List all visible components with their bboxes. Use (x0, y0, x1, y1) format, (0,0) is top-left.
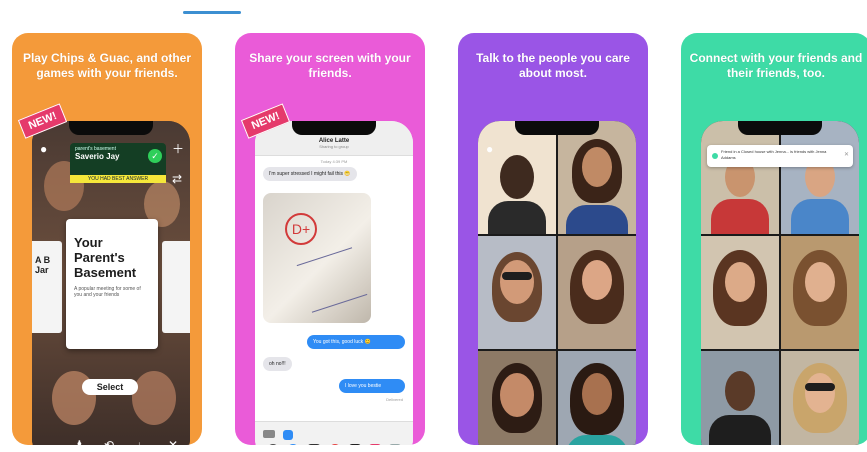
person-shirt (791, 199, 849, 234)
video-tile[interactable] (701, 236, 779, 349)
paper-writing (296, 247, 368, 313)
side-game-card[interactable]: A B Jar (32, 241, 62, 333)
banner-subtitle: YOU HAD BEST ANSWER (70, 175, 166, 183)
camera-flip-icon[interactable]: ⟲ (104, 439, 114, 445)
app-icon[interactable] (389, 444, 401, 445)
outgoing-message: I love you bestie (339, 379, 405, 393)
person-face (500, 260, 534, 304)
avatar-icon[interactable]: ● (486, 143, 493, 155)
app-icon[interactable] (287, 444, 299, 445)
notification-dot-icon (712, 153, 718, 159)
person-face (582, 260, 612, 300)
people-icon[interactable]: ♟ (74, 439, 85, 445)
page-indicator (183, 11, 241, 14)
person-face (582, 373, 612, 415)
game-card[interactable]: Your Parent's Basement A popular meeting… (66, 219, 158, 349)
chat-timestamp: Today 4:39 PM (320, 159, 348, 164)
side-game-card[interactable] (162, 241, 190, 333)
screenshot-card-screen-share[interactable]: Share your screen with your friends. NEW… (235, 33, 425, 445)
video-tile[interactable] (478, 351, 556, 445)
person-face (582, 147, 612, 187)
video-tile[interactable] (781, 121, 859, 234)
more-icon[interactable]: ••• (42, 441, 55, 445)
phone-mockup: ● ••• (478, 121, 636, 445)
phone-mockup: Friend in a Closed house with Jenna... i… (701, 121, 859, 445)
person-face (805, 262, 835, 302)
app-icon[interactable] (307, 444, 321, 445)
card-headline: Connect with your friends and their frie… (689, 51, 863, 80)
video-face (132, 371, 176, 425)
person-face (725, 262, 755, 302)
read-receipt: Delivered (386, 397, 403, 402)
screenshot-card-games[interactable]: Play Chips & Guac, and other games with … (12, 33, 202, 445)
phone-notch (515, 121, 599, 135)
phone-notch (738, 121, 822, 135)
winner-banner: parent's basement Saverio Jay YOU HAD BE… (70, 143, 166, 183)
incoming-message: oh no!!! (263, 357, 292, 371)
microphone-icon[interactable]: ♩ (136, 439, 148, 445)
card-headline: Share your screen with your friends. (249, 51, 411, 80)
friend-notification[interactable]: Friend in a Closed house with Jenna... i… (707, 145, 853, 167)
contact-subtitle: Sharing to group (319, 144, 349, 149)
close-icon[interactable]: ✕ (168, 439, 178, 445)
card-headline: Talk to the people you care about most. (476, 51, 630, 80)
outgoing-message: You got this, good luck 😊 (307, 335, 405, 349)
app-store-icon[interactable] (283, 430, 293, 440)
video-tile[interactable] (701, 121, 779, 234)
video-tile[interactable] (478, 236, 556, 349)
more-icon[interactable]: ••• (488, 443, 501, 445)
video-tile[interactable] (478, 121, 556, 234)
checkmark-icon: ✓ (148, 149, 162, 163)
video-tile[interactable] (558, 236, 636, 349)
app-icon[interactable] (267, 444, 279, 445)
sunglasses (502, 272, 532, 280)
paper-grade-mark: D+ (285, 213, 317, 245)
video-tile[interactable] (781, 351, 859, 445)
video-tile[interactable] (558, 121, 636, 234)
notification-text: Friend in a Closed house with Jenna... i… (721, 149, 827, 160)
app-icon[interactable] (329, 444, 341, 445)
shuffle-icon[interactable]: ⇄ (172, 173, 182, 185)
close-icon[interactable]: ✕ (844, 151, 849, 158)
person-shirt (709, 415, 771, 445)
game-card-description: A popular meeting for some of you and yo… (74, 286, 141, 298)
phone-mockup: parent's basement Saverio Jay YOU HAD BE… (32, 121, 190, 445)
person-face (805, 373, 835, 413)
person-shirt (566, 205, 628, 234)
person-face (725, 371, 755, 411)
person-shirt (711, 199, 769, 234)
shared-photo[interactable]: D+ (263, 193, 371, 323)
phone-mockup: Alice Latte Sharing to group Today 4:39 … (255, 121, 413, 445)
card-headline: Play Chips & Guac, and other games with … (22, 51, 192, 80)
more-icon[interactable]: ••• (711, 443, 724, 445)
video-tile[interactable] (701, 351, 779, 445)
person-shirt (566, 435, 628, 445)
video-tile[interactable] (781, 236, 859, 349)
game-card-title: Your Parent's Basement (74, 235, 137, 280)
person-face (500, 155, 534, 199)
app-drawer (255, 421, 413, 445)
side-card-title: A B Jar (35, 255, 51, 275)
screenshot-card-connect[interactable]: Connect with your friends and their frie… (681, 33, 867, 445)
video-tile[interactable] (558, 351, 636, 445)
person-shirt (488, 201, 546, 234)
phone-notch (69, 121, 153, 135)
camera-icon[interactable] (263, 430, 275, 438)
person-face (500, 373, 534, 417)
plus-icon[interactable]: ＋ (172, 143, 184, 155)
avatar-icon[interactable]: ● (40, 143, 47, 155)
app-icon[interactable] (349, 444, 361, 445)
select-button[interactable]: Select (82, 379, 138, 395)
sunglasses (805, 383, 835, 391)
app-icon[interactable] (369, 444, 381, 445)
incoming-message: I'm super stressed I might fail this 😬 (263, 167, 357, 181)
screenshot-card-video-chat[interactable]: Talk to the people you care about most. (458, 33, 648, 445)
phone-notch (292, 121, 376, 135)
